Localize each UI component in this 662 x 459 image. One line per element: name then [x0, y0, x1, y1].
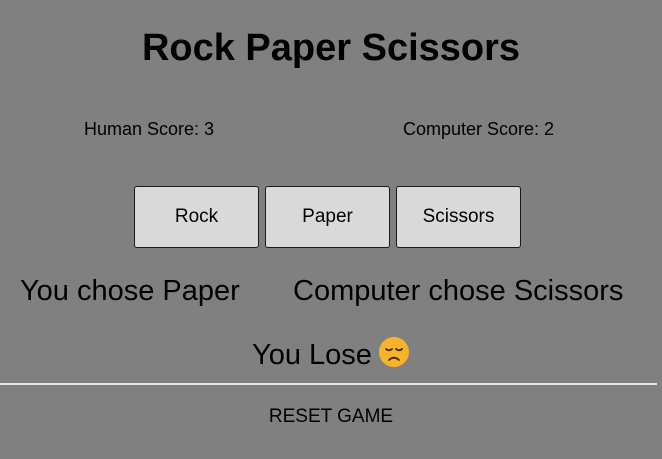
outcome-text: You Lose — [252, 339, 372, 371]
divider — [0, 383, 657, 385]
outcome-line: You Lose — [0, 336, 662, 374]
computer-score: Computer Score: 2 — [403, 119, 555, 139]
human-score: Human Score: 3 — [84, 119, 215, 139]
computer-choice-text: Computer chose Scissors — [293, 275, 624, 307]
human-choice-text: You chose Paper — [20, 275, 240, 307]
paper-button[interactable]: Paper — [265, 186, 390, 248]
disappointed-face-icon — [378, 337, 409, 367]
scissors-button[interactable]: Scissors — [396, 186, 521, 248]
choice-buttons: Rock Paper Scissors — [134, 186, 521, 248]
reset-game-button[interactable]: RESET GAME — [231, 404, 431, 430]
page-title: Rock Paper Scissors — [141, 27, 521, 69]
rock-button[interactable]: Rock — [134, 186, 259, 248]
